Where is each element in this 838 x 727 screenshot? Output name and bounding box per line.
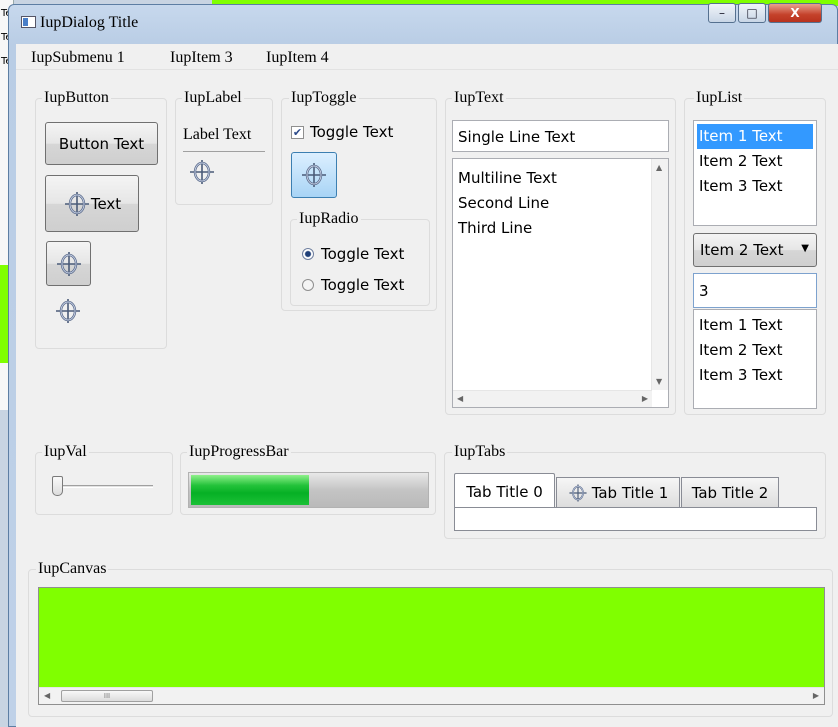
canvas-horizontal-scrollbar[interactable]: ◀ III ▶ — [39, 687, 824, 704]
radio-option-2[interactable]: Toggle Text — [302, 276, 404, 294]
chevron-down-icon[interactable]: ▼ — [801, 243, 809, 254]
multiline-vertical-scrollbar[interactable]: ▲ ▼ — [651, 159, 668, 390]
radio-unselected-icon[interactable] — [302, 279, 314, 291]
tab-content-panel — [454, 507, 817, 531]
iup-icon — [188, 158, 216, 186]
multiline-line: Second Line — [458, 194, 550, 212]
editbox-value: 3 — [699, 282, 709, 300]
menu-bar — [16, 44, 838, 70]
slider-thumb[interactable] — [52, 476, 63, 496]
progress-bar — [188, 472, 429, 508]
multiline-line: Multiline Text — [458, 169, 557, 187]
slider-track[interactable] — [57, 485, 153, 488]
minimize-button[interactable]: – — [708, 3, 736, 23]
text-frame-label: IupText — [452, 89, 506, 107]
scroll-left-arrow-icon[interactable]: ◀ — [457, 394, 463, 403]
menu-submenu-1[interactable]: IupSubmenu 1 — [31, 49, 125, 67]
checkbox-box[interactable]: ✔ — [291, 125, 304, 139]
scroll-right-arrow-icon[interactable]: ▶ — [813, 691, 819, 700]
iup-icon — [63, 190, 91, 218]
label-frame-label: IupLabel — [182, 89, 244, 107]
menu-item-4[interactable]: IupItem 4 — [266, 49, 329, 67]
icon-text-button[interactable]: Text — [45, 175, 139, 232]
scroll-left-arrow-icon[interactable]: ◀ — [44, 691, 50, 700]
editbox-list[interactable]: Item 1 Text Item 2 Text Item 3 Text — [693, 309, 817, 409]
toggle-checkbox-label: Toggle Text — [310, 123, 394, 141]
toggle-frame-label: IupToggle — [289, 89, 359, 107]
list-frame-label: IupList — [694, 89, 745, 107]
canvas-frame-label: IupCanvas — [36, 560, 109, 578]
radio-frame-label: IupRadio — [297, 210, 361, 228]
app-icon — [21, 16, 36, 28]
drawing-canvas[interactable]: ◀ III ▶ — [38, 587, 825, 705]
list-item[interactable]: Item 3 Text — [699, 363, 811, 388]
icon-toggle-pressed[interactable] — [291, 152, 337, 198]
radio-selected-icon[interactable] — [302, 248, 314, 260]
tab-1[interactable]: Tab Title 1 — [556, 477, 680, 508]
multiline-line: Third Line — [458, 219, 533, 237]
text-button[interactable]: Button Text — [45, 122, 158, 165]
button-frame-label: IupButton — [42, 89, 111, 107]
single-line-text-value: Single Line Text — [458, 128, 576, 146]
single-line-text-input[interactable]: Single Line Text — [452, 120, 669, 152]
toggle-checkbox[interactable]: ✔ Toggle Text — [291, 123, 393, 141]
maximize-button[interactable]: □ — [738, 3, 766, 23]
val-frame-label: IupVal — [42, 443, 89, 461]
list-item[interactable]: Item 2 Text — [699, 338, 811, 363]
tab-label: Tab Title 1 — [591, 484, 669, 502]
icon-text-button-label: Text — [90, 194, 122, 213]
close-button[interactable]: X — [768, 3, 822, 23]
iup-icon — [54, 297, 82, 325]
multiline-text-input[interactable]: Multiline Text Second Line Third Line ▲ … — [452, 158, 669, 408]
iup-icon — [55, 250, 83, 278]
progress-bar-fill — [191, 475, 309, 505]
radio-option-1[interactable]: Toggle Text — [302, 245, 404, 263]
iup-icon — [568, 483, 588, 503]
icon-button[interactable] — [46, 241, 91, 286]
scroll-up-arrow-icon[interactable]: ▲ — [656, 163, 662, 172]
radio-option-label: Toggle Text — [321, 245, 405, 263]
scroll-right-arrow-icon[interactable]: ▶ — [642, 394, 648, 403]
scroll-down-arrow-icon[interactable]: ▼ — [656, 377, 662, 386]
editbox-input[interactable]: 3 — [693, 273, 817, 308]
scroll-thumb[interactable]: III — [61, 690, 153, 702]
tab-label: Tab Title 0 — [466, 482, 543, 501]
progress-frame-label: IupProgressBar — [187, 443, 291, 461]
list-item[interactable]: Item 3 Text — [697, 174, 813, 199]
tab-label: Tab Title 2 — [691, 484, 769, 502]
tab-0[interactable]: Tab Title 0 — [454, 473, 555, 509]
list-item-selected[interactable]: Item 1 Text — [697, 124, 813, 149]
tabs-frame-label: IupTabs — [452, 443, 508, 461]
radio-option-label: Toggle Text — [321, 276, 405, 294]
iup-icon — [300, 161, 328, 189]
list-item[interactable]: Item 1 Text — [699, 313, 811, 338]
flat-icon-button[interactable] — [50, 296, 86, 326]
label-text: Label Text — [183, 126, 252, 143]
multiline-horizontal-scrollbar[interactable]: ◀ ▶ — [453, 390, 652, 407]
label-separator — [183, 151, 265, 152]
window-title: IupDialog Title — [40, 14, 139, 31]
list-box[interactable]: Item 1 Text Item 2 Text Item 3 Text — [693, 120, 817, 226]
dropdown-value: Item 2 Text — [700, 241, 784, 259]
menu-item-3[interactable]: IupItem 3 — [170, 49, 233, 67]
dropdown-select[interactable]: Item 2 Text ▼ — [693, 233, 817, 267]
list-item[interactable]: Item 2 Text — [697, 149, 813, 174]
scroll-grip: III — [103, 692, 111, 700]
tab-2[interactable]: Tab Title 2 — [681, 477, 779, 508]
text-button-label: Button Text — [58, 134, 145, 153]
